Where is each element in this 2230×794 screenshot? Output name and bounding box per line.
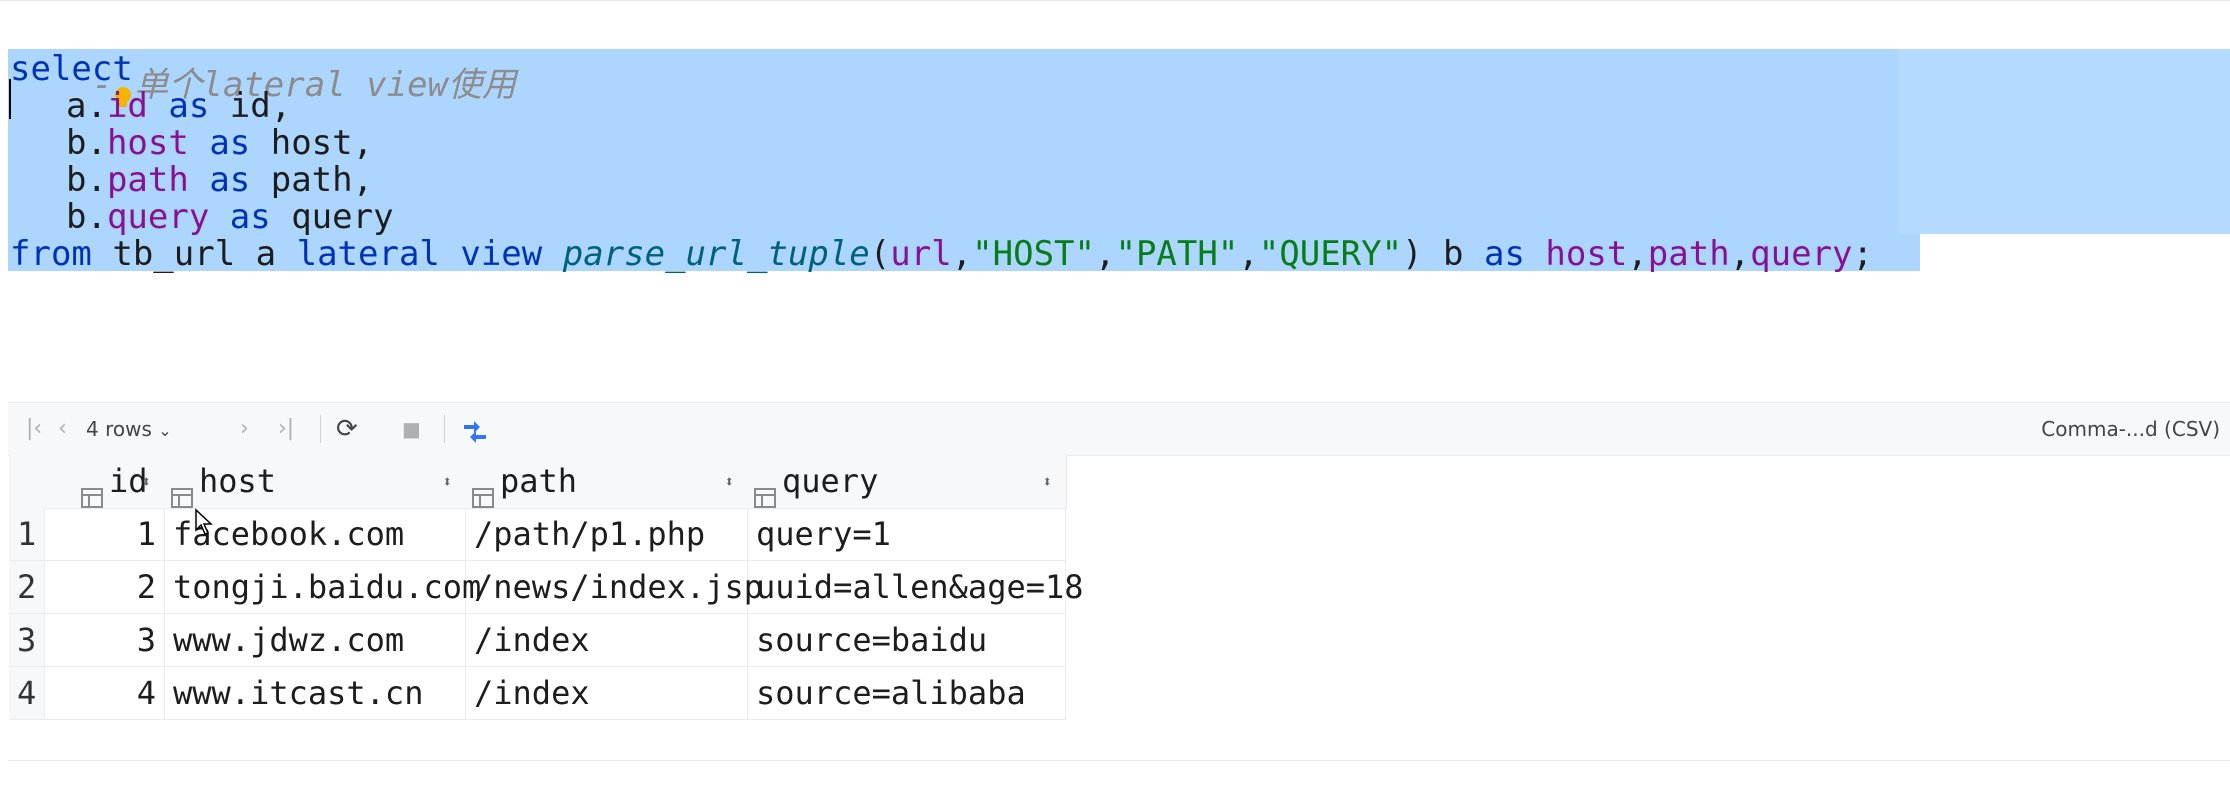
column-icon xyxy=(171,472,193,508)
row-number: 3 xyxy=(9,614,45,667)
cell-query[interactable]: source=baidu xyxy=(748,614,1066,667)
sort-icon[interactable]: ⬍ xyxy=(141,455,151,508)
cell-id[interactable]: 4 xyxy=(45,667,165,720)
row-number: 1 xyxy=(9,508,45,561)
cell-path[interactable]: /path/p1.php xyxy=(466,508,748,561)
bottom-divider xyxy=(8,760,2230,761)
prev-page-button[interactable]: ‹ xyxy=(58,403,67,455)
column-header-host[interactable]: host ⬍ xyxy=(165,455,467,509)
code-line-6: from tb_url a lateral view parse_url_tup… xyxy=(10,234,1873,274)
export-format-dropdown[interactable]: Comma-...d (CSV) xyxy=(2041,403,2220,455)
column-icon xyxy=(754,472,776,508)
row-number: 2 xyxy=(9,561,45,614)
column-header-path[interactable]: path ⬍ xyxy=(466,455,749,509)
last-page-button[interactable]: ›| xyxy=(278,403,294,455)
column-icon xyxy=(81,472,103,508)
row-number-header xyxy=(9,455,46,509)
selection-highlight-right xyxy=(1898,49,2230,234)
cell-path[interactable]: /news/index.jsp xyxy=(466,561,763,614)
toolbar-separator-2 xyxy=(444,415,445,443)
cell-id[interactable]: 3 xyxy=(45,614,165,667)
sort-icon[interactable]: ⬍ xyxy=(1042,455,1052,508)
cell-query[interactable]: uuid=allen&age=18 xyxy=(748,561,1084,614)
cell-path[interactable]: /index xyxy=(466,667,748,720)
results-toolbar: |‹ ‹ 4 rows ⌄ › ›| ⟳ ■ Comma-...d (CSV) xyxy=(8,402,2230,456)
refresh-icon[interactable]: ⟳ xyxy=(336,403,358,455)
column-header-id[interactable]: id ⬍ xyxy=(45,455,166,509)
cell-host[interactable]: tongji.baidu.com xyxy=(165,561,481,614)
mouse-cursor-icon xyxy=(194,508,214,536)
cell-id[interactable]: 1 xyxy=(45,508,165,561)
cell-query[interactable]: query=1 xyxy=(748,508,1066,561)
row-number: 4 xyxy=(9,667,45,720)
sql-editor[interactable]: - 单个lateral view使用 select a.id as id, b.h… xyxy=(0,0,2230,396)
next-page-button[interactable]: › xyxy=(240,403,249,455)
compare-icon[interactable] xyxy=(460,415,490,443)
cell-host[interactable]: www.itcast.cn xyxy=(165,667,466,720)
cell-id[interactable]: 2 xyxy=(45,561,165,614)
cell-query[interactable]: source=alibaba xyxy=(748,667,1066,720)
sort-icon[interactable]: ⬍ xyxy=(442,455,452,508)
column-header-query[interactable]: query ⬍ xyxy=(748,455,1067,509)
first-page-button[interactable]: |‹ xyxy=(26,403,42,455)
rows-count-dropdown[interactable]: 4 rows ⌄ xyxy=(86,403,172,455)
toolbar-separator xyxy=(320,415,321,443)
stop-icon[interactable]: ■ xyxy=(402,403,421,455)
cell-path[interactable]: /index xyxy=(466,614,748,667)
column-icon xyxy=(472,472,494,508)
sort-icon[interactable]: ⬍ xyxy=(724,455,734,508)
cell-host[interactable]: www.jdwz.com xyxy=(165,614,466,667)
